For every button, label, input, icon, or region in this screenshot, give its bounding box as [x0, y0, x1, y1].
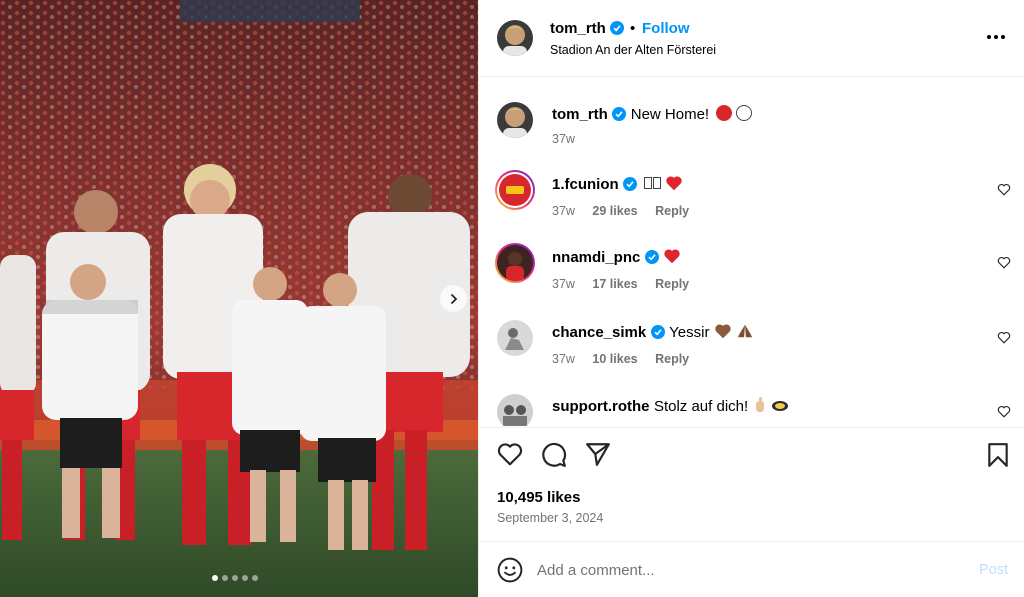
post-photo[interactable] — [0, 0, 478, 597]
commenter-avatar[interactable] — [497, 320, 533, 356]
post-caption: tom_rth New Home! 37w — [479, 100, 1024, 160]
post-details-panel: tom_rth • Follow Stadion An der Alten Fö… — [478, 0, 1024, 597]
commenter-avatar-image — [497, 394, 533, 426]
comment-text: Stolz auf dich! — [653, 398, 749, 415]
comment-item: nnamdi_pnc 37w 17 likes Reply — [479, 243, 1024, 303]
verified-badge-icon — [623, 177, 638, 191]
more-options-icon[interactable] — [984, 27, 1008, 47]
commenter-avatar-image — [497, 245, 533, 281]
carousel-next-button[interactable] — [440, 285, 467, 312]
team-walkout-photo — [0, 0, 478, 597]
follow-button[interactable]: Follow — [642, 20, 690, 37]
post-comment-button[interactable]: Post — [979, 562, 1008, 578]
commenter-avatar[interactable] — [495, 243, 535, 283]
carousel-dot — [242, 575, 248, 581]
heart-icon[interactable] — [997, 331, 1011, 344]
carousel-dot — [222, 575, 228, 581]
bookmark-icon[interactable] — [987, 442, 1009, 468]
comment-item: chance_simk Yessir 37w 10 likes Reply — [479, 318, 1024, 378]
comment-username[interactable]: chance_simk — [552, 324, 646, 341]
author-avatar-image — [497, 20, 533, 56]
heart-icon[interactable] — [997, 256, 1011, 269]
comment-bubble-icon[interactable] — [541, 442, 567, 468]
red-circle-emoji — [715, 105, 732, 121]
bicep-emoji — [772, 401, 789, 411]
post-actions: 10,495 likes September 3, 2024 — [479, 427, 1024, 542]
heart-icon[interactable] — [997, 183, 1011, 196]
post-header: tom_rth • Follow Stadion An der Alten Fö… — [479, 0, 1024, 77]
carousel-dot — [212, 575, 218, 581]
post-date: September 3, 2024 — [497, 511, 604, 525]
union-logo-avatar — [497, 172, 533, 208]
comment-username[interactable]: tom_rth — [552, 106, 608, 123]
brown-heart-emoji — [715, 324, 731, 339]
comment-username[interactable]: support.rothe — [552, 398, 650, 415]
separator-dot: • — [630, 20, 636, 37]
verified-badge-icon — [610, 21, 625, 35]
heart-icon[interactable] — [497, 442, 523, 466]
likes-count[interactable]: 10,495 likes — [497, 489, 580, 506]
verified-badge-icon — [612, 107, 627, 121]
heart-icon[interactable] — [997, 405, 1011, 418]
location-link[interactable]: Stadion An der Alten Försterei — [550, 43, 716, 57]
red-heart-emoji — [664, 249, 680, 264]
thumb-emoji — [755, 397, 764, 412]
comment-time: 37w — [552, 277, 575, 291]
comment-item: 1.fcunion 37w 29 likes Reply — [479, 170, 1024, 230]
reply-button[interactable]: Reply — [655, 277, 689, 291]
carousel-dot — [232, 575, 238, 581]
comment-username[interactable]: 1.fcunion — [552, 176, 619, 193]
carousel-indicator — [212, 575, 258, 581]
author-avatar[interactable] — [497, 102, 533, 138]
reply-button[interactable]: Reply — [655, 204, 689, 218]
paper-plane-icon[interactable] — [585, 442, 611, 466]
comment-username[interactable]: nnamdi_pnc — [552, 249, 640, 266]
comments-list: tom_rth New Home! 37w 1.fcunion 37w 29 l… — [479, 78, 1024, 426]
red-heart-emoji — [666, 176, 682, 191]
more-dot — [987, 35, 991, 39]
comment-likes[interactable]: 17 likes — [592, 277, 637, 291]
author-avatar[interactable] — [497, 20, 533, 56]
commenter-avatar-image — [497, 320, 533, 356]
smiley-icon[interactable] — [497, 557, 523, 583]
reply-button[interactable]: Reply — [655, 352, 689, 366]
comment-input[interactable] — [537, 556, 957, 584]
caption-text: New Home! — [630, 106, 710, 123]
commenter-avatar[interactable] — [497, 394, 533, 426]
white-circle-emoji — [736, 105, 753, 121]
add-comment-bar: Post — [479, 541, 1024, 597]
author-username[interactable]: tom_rth — [550, 20, 625, 37]
comment-likes[interactable]: 29 likes — [592, 204, 637, 218]
verified-badge-icon — [650, 325, 665, 339]
author-avatar-image — [497, 102, 533, 138]
comment-likes[interactable]: 10 likes — [592, 352, 637, 366]
comment-time: 37w — [552, 204, 575, 218]
caption-time: 37w — [552, 132, 575, 146]
verified-badge-icon — [644, 250, 659, 264]
comment-text — [642, 176, 661, 193]
folded-hands-emoji — [738, 324, 753, 338]
comment-time: 37w — [552, 352, 575, 366]
author-username-text[interactable]: tom_rth — [550, 20, 606, 37]
carousel-dot — [252, 575, 258, 581]
comment-item: support.rothe Stolz auf dich! — [479, 392, 1024, 426]
chevron-right-icon — [450, 293, 457, 304]
comment-text: Yessir — [669, 324, 710, 341]
more-dot — [994, 35, 998, 39]
commenter-avatar[interactable] — [495, 170, 535, 210]
more-dot — [1001, 35, 1005, 39]
